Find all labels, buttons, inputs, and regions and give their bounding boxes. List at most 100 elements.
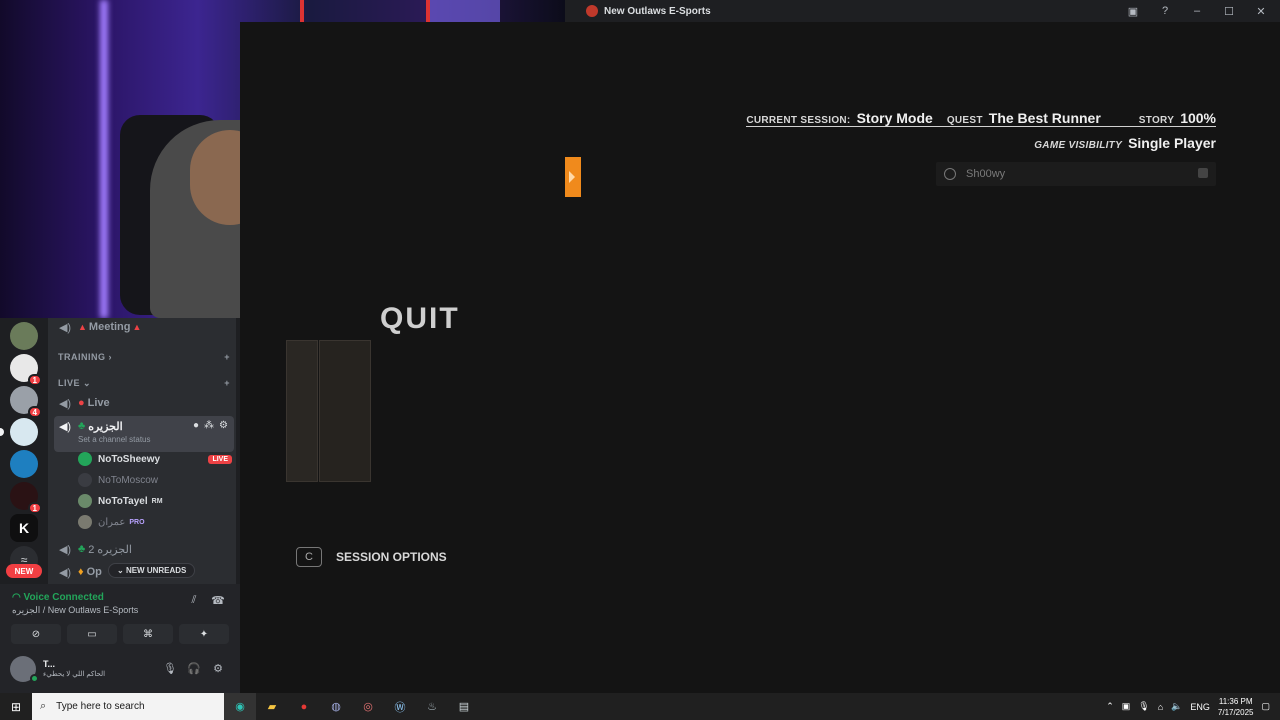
voice-location: الجزيره / New Outlaws E-Sports — [12, 605, 139, 615]
maximize-button[interactable]: ☐ — [1222, 5, 1236, 18]
windows-start-icon[interactable]: ⊞ — [0, 693, 32, 720]
server-unread-pill — [0, 428, 4, 436]
window-controls: ▣ ? – ☐ ✕ — [1126, 0, 1280, 22]
wordpad-icon[interactable]: Ⓦ — [384, 693, 416, 720]
live-badge: LIVE — [208, 454, 232, 464]
screen-share-button[interactable]: ▭ — [67, 624, 117, 644]
game-app-icon[interactable]: ◎ — [352, 693, 384, 720]
close-button[interactable]: ✕ — [1254, 5, 1268, 18]
channel-2[interactable]: ◀) ♣ الجزيره 2 — [54, 538, 234, 560]
taskbar-search[interactable]: ⌕ Type here to search — [32, 693, 224, 720]
user-name: NoToSheewy — [98, 453, 161, 465]
discord-icon[interactable]: ◍ — [320, 693, 352, 720]
app-red-icon[interactable]: ● — [288, 693, 320, 720]
chevron-down-icon: ⌄ — [117, 566, 124, 575]
server-icon-kick[interactable]: K — [10, 514, 38, 542]
soundboard-button[interactable]: ✦ — [179, 624, 229, 644]
clock[interactable]: 11:36 PM 7/17/2025 — [1218, 696, 1254, 718]
avatar — [78, 452, 92, 466]
player-slot[interactable]: Sh00wy — [936, 162, 1216, 186]
voice-user[interactable]: NoToTayel RM — [78, 491, 232, 511]
window-titlebar: New Outlaws E-Sports ▣ ? – ☐ ✕ — [565, 0, 1280, 22]
chat-icon[interactable]: ● — [193, 420, 199, 431]
notification-icon[interactable]: ▢ — [1261, 701, 1270, 712]
channel-tools: ● ⁂ ⚙ — [193, 420, 228, 431]
chevron-down-icon: ⌄ — [83, 378, 92, 388]
server-icon[interactable]: 1 — [10, 482, 42, 514]
camera-off-button[interactable]: ⊘ — [11, 624, 61, 644]
server-icon[interactable]: 4 — [10, 386, 42, 418]
avatar — [78, 494, 92, 508]
quest-label: QUEST — [946, 115, 983, 126]
search-placeholder: Type here to search — [56, 701, 145, 712]
channel-active[interactable]: ◀) ♣ الجزيره Set a channel status ● ⁂ ⚙ — [54, 416, 234, 452]
channel-status[interactable]: Set a channel status — [78, 435, 151, 444]
channel-live[interactable]: ◀) ● Live — [54, 392, 234, 414]
add-channel-icon[interactable]: + — [224, 352, 230, 362]
file-explorer-icon[interactable]: ▰ — [256, 693, 288, 720]
microphone-icon[interactable]: 🎙 — [162, 662, 178, 675]
user-panel: T... الحاكم اللي لا يحطيء 🎙 🎧 ⚙ — [0, 648, 240, 693]
game-visibility-value: Single Player — [1128, 135, 1216, 151]
category-training[interactable]: TRAINING › + — [58, 352, 230, 362]
session-options-button[interactable]: C SESSION OPTIONS — [296, 547, 447, 567]
voice-user[interactable]: عمران PRO — [78, 512, 232, 532]
story-label: STORY — [1138, 115, 1175, 126]
add-channel-icon[interactable]: + — [224, 378, 230, 389]
volume-icon[interactable]: 🔈 — [1171, 701, 1182, 712]
menu-card — [319, 340, 371, 482]
voice-status[interactable]: ◠ Voice Connected — [12, 592, 104, 603]
minimize-button[interactable]: – — [1190, 5, 1204, 17]
gear-icon[interactable]: ⚙ — [210, 662, 226, 675]
user-name: NoToMoscow — [98, 474, 159, 486]
server-icon[interactable] — [10, 450, 38, 478]
current-session-label: CURRENT SESSION: — [746, 115, 851, 126]
username[interactable]: T... — [43, 659, 55, 669]
player-menu-icon[interactable] — [1198, 168, 1208, 178]
menu-arrow-tab[interactable] — [565, 157, 581, 197]
warning-icon: ▲ — [132, 322, 142, 332]
player-icon — [944, 168, 956, 180]
new-servers-pill[interactable]: NEW — [6, 564, 42, 578]
voice-channel-icon: ◀) — [58, 421, 72, 433]
disconnect-icon[interactable]: ☎ — [210, 594, 226, 610]
chevron-up-icon[interactable]: ⌃ — [1106, 701, 1114, 712]
menu-card — [286, 340, 318, 482]
monitor-app-icon[interactable]: ▤ — [448, 693, 480, 720]
role-tag: RM — [151, 497, 163, 505]
voice-user[interactable]: NoToSheewy LIVE — [78, 449, 232, 469]
window-title: New Outlaws E-Sports — [604, 5, 711, 17]
online-status-icon — [30, 674, 39, 683]
server-icon[interactable]: 1 — [10, 354, 42, 386]
game-viewport: CURRENT SESSION: Story Mode QUEST The Be… — [240, 22, 1280, 693]
tray-app-icon[interactable]: ▣ — [1122, 701, 1131, 712]
server-icon[interactable] — [10, 322, 38, 350]
session-hud: CURRENT SESSION: Story Mode QUEST The Be… — [746, 110, 1216, 159]
voice-user[interactable]: NoToMoscow — [78, 470, 232, 490]
category-live[interactable]: LIVE ⌄ + — [58, 378, 230, 389]
invite-icon[interactable]: ⁂ — [204, 420, 214, 431]
edge-icon[interactable]: ◉ — [224, 693, 256, 720]
network-icon[interactable]: ⌂ — [1158, 702, 1163, 712]
category-name: LIVE — [58, 378, 81, 388]
quit-option[interactable]: QUIT — [380, 302, 460, 336]
new-unreads-button[interactable]: ⌄ NEW UNREADS — [108, 563, 196, 578]
channel-meeting[interactable]: ◀) ▲ Meeting ▲ — [54, 318, 234, 338]
server-icon[interactable] — [0, 418, 38, 446]
session-info-line: CURRENT SESSION: Story Mode QUEST The Be… — [746, 110, 1216, 127]
steam-icon[interactable]: ♨ — [416, 693, 448, 720]
desktop: New Outlaws E-Sports ▣ ? – ☐ ✕ CURRENT S… — [0, 0, 1280, 720]
role-tag: PRO — [129, 518, 145, 526]
microphone-icon[interactable]: 🎙 — [1138, 701, 1149, 712]
screen-share-icon[interactable]: ▣ — [1126, 5, 1140, 18]
mention-badge: 4 — [27, 406, 42, 418]
activity-button[interactable]: ⌘ — [123, 624, 173, 644]
help-icon[interactable]: ? — [1158, 5, 1172, 17]
new-unreads-label: NEW UNREADS — [125, 566, 187, 575]
gear-icon[interactable]: ⚙ — [219, 420, 228, 431]
headphones-icon[interactable]: 🎧 — [186, 662, 202, 675]
game-visibility-label: GAME VISIBILITY — [1034, 140, 1123, 151]
noise-suppression-icon[interactable]: ⫽ — [186, 594, 202, 610]
language-indicator[interactable]: ENG — [1190, 702, 1210, 712]
visibility-line: GAME VISIBILITY Single Player — [746, 135, 1216, 151]
